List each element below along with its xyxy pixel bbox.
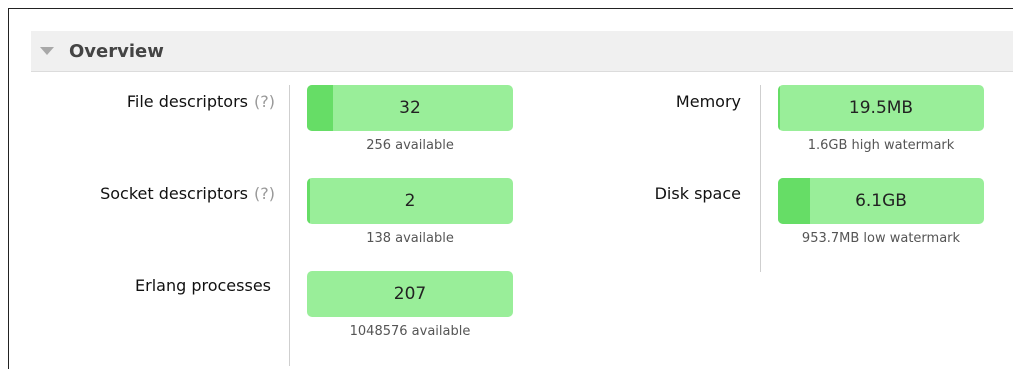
- right-divider: [760, 85, 761, 272]
- disk-space-text: Disk space: [654, 184, 741, 203]
- help-link-file-descriptors[interactable]: (?): [254, 92, 275, 111]
- erlang-processes-available: 1048576 available: [349, 324, 471, 339]
- memory-bar: 19.5MB: [778, 85, 984, 131]
- memory-text: Memory: [675, 92, 741, 111]
- section-title: Overview: [69, 40, 164, 62]
- socket-descriptors-label: Socket descriptors (?): [100, 184, 275, 203]
- disk-space-bar: 6.1GB: [778, 178, 984, 224]
- help-link-socket-descriptors[interactable]: (?): [254, 184, 275, 203]
- erlang-processes-bar: 207: [307, 271, 513, 317]
- socket-descriptors-available: 138 available: [366, 231, 454, 246]
- erlang-processes-text: Erlang processes: [135, 276, 271, 295]
- erlang-processes-label: Erlang processes: [135, 276, 271, 295]
- socket-descriptors-bar: 2: [307, 178, 513, 224]
- socket-descriptors-value: 2: [404, 191, 416, 211]
- memory-high-watermark: 1.6GB high watermark: [807, 138, 955, 153]
- disk-space-label: Disk space: [655, 184, 741, 203]
- overview-header[interactable]: Overview: [31, 31, 1013, 72]
- file-descriptors-label: File descriptors (?): [127, 92, 275, 111]
- file-descriptors-value: 32: [399, 98, 421, 118]
- socket-descriptors-text: Socket descriptors: [100, 184, 249, 203]
- memory-label: Memory: [676, 92, 741, 111]
- disk-space-value: 6.1GB: [855, 191, 907, 211]
- file-descriptors-text: File descriptors: [126, 92, 249, 111]
- left-divider: [289, 85, 290, 366]
- collapse-triangle-icon[interactable]: [40, 47, 54, 55]
- memory-value: 19.5MB: [848, 98, 914, 118]
- file-descriptors-available: 256 available: [366, 138, 454, 153]
- disk-space-low-watermark: 953.7MB low watermark: [801, 231, 961, 246]
- erlang-processes-value: 207: [393, 284, 427, 304]
- file-descriptors-bar: 32: [307, 85, 513, 131]
